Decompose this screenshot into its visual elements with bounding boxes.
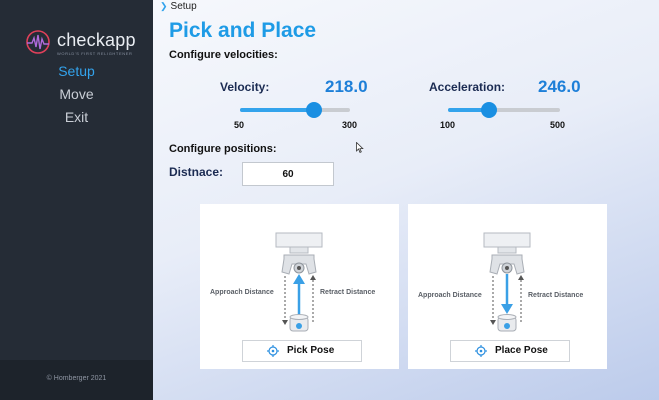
- chevron-right-icon: ❯: [160, 1, 168, 11]
- sidebar-footer: © Homberger 2021: [0, 360, 153, 400]
- acceleration-slider-thumb[interactable]: [480, 102, 497, 118]
- velocity-min-label: 50: [234, 120, 245, 130]
- acceleration-slider[interactable]: [448, 102, 560, 118]
- pick-pose-button[interactable]: Pick Pose: [242, 340, 362, 362]
- logo-tagline: WORLD'S FIRST RELIGHTENER: [57, 51, 133, 56]
- velocity-label: Velocity:: [220, 80, 270, 94]
- app-logo: checkapp WORLD'S FIRST RELIGHTENER: [24, 28, 144, 58]
- velocities-heading: Configure velocities:: [169, 49, 278, 61]
- place-diagram: [483, 232, 531, 332]
- logo-icon: [26, 30, 50, 54]
- copyright-text: © Homberger 2021: [46, 375, 107, 382]
- breadcrumb: ❯ Setup: [160, 1, 197, 12]
- place-pose-button[interactable]: Place Pose: [450, 340, 570, 362]
- pick-pose-label: Pick Pose: [287, 345, 335, 356]
- pick-diagram: [275, 232, 323, 332]
- distance-input[interactable]: [242, 162, 334, 186]
- velocity-slider-fill: [240, 108, 314, 112]
- place-retract-label: Retract Distance: [528, 292, 584, 299]
- pick-approach-label: Approach Distance: [210, 289, 274, 296]
- sidebar: checkapp WORLD'S FIRST RELIGHTENER Setup…: [0, 0, 153, 400]
- target-icon: [267, 345, 279, 357]
- app-window: checkapp WORLD'S FIRST RELIGHTENER Setup…: [0, 0, 659, 400]
- acceleration-label: Acceleration:: [429, 80, 506, 94]
- place-pose-label: Place Pose: [495, 345, 548, 356]
- distance-label: Distnace:: [169, 165, 224, 179]
- velocity-max-label: 300: [342, 120, 358, 130]
- pick-retract-label: Retract Distance: [320, 289, 376, 296]
- velocity-slider-thumb[interactable]: [305, 102, 322, 118]
- logo-text: checkapp: [57, 30, 136, 50]
- place-approach-label: Approach Distance: [418, 292, 482, 299]
- main-content: ❯ Setup Pick and Place Configure velociti…: [153, 0, 659, 400]
- page-title: Pick and Place: [169, 19, 317, 42]
- sidebar-item-exit[interactable]: Exit: [0, 109, 153, 125]
- velocity-slider[interactable]: [240, 102, 350, 118]
- place-pose-panel: Approach Distance Retract Distance Place…: [408, 204, 607, 369]
- velocity-value: 218.0: [325, 77, 368, 96]
- breadcrumb-label[interactable]: Setup: [171, 1, 197, 12]
- target-icon: [475, 345, 487, 357]
- pick-pose-panel: Approach Distance Retract Distance Pick …: [200, 204, 399, 369]
- mouse-cursor-icon: [356, 142, 364, 153]
- positions-heading: Configure positions:: [169, 143, 277, 155]
- acceleration-min-label: 100: [440, 120, 456, 130]
- sidebar-item-setup[interactable]: Setup: [0, 63, 153, 79]
- sidebar-item-move[interactable]: Move: [0, 86, 153, 102]
- acceleration-value: 246.0: [538, 77, 581, 96]
- acceleration-max-label: 500: [550, 120, 566, 130]
